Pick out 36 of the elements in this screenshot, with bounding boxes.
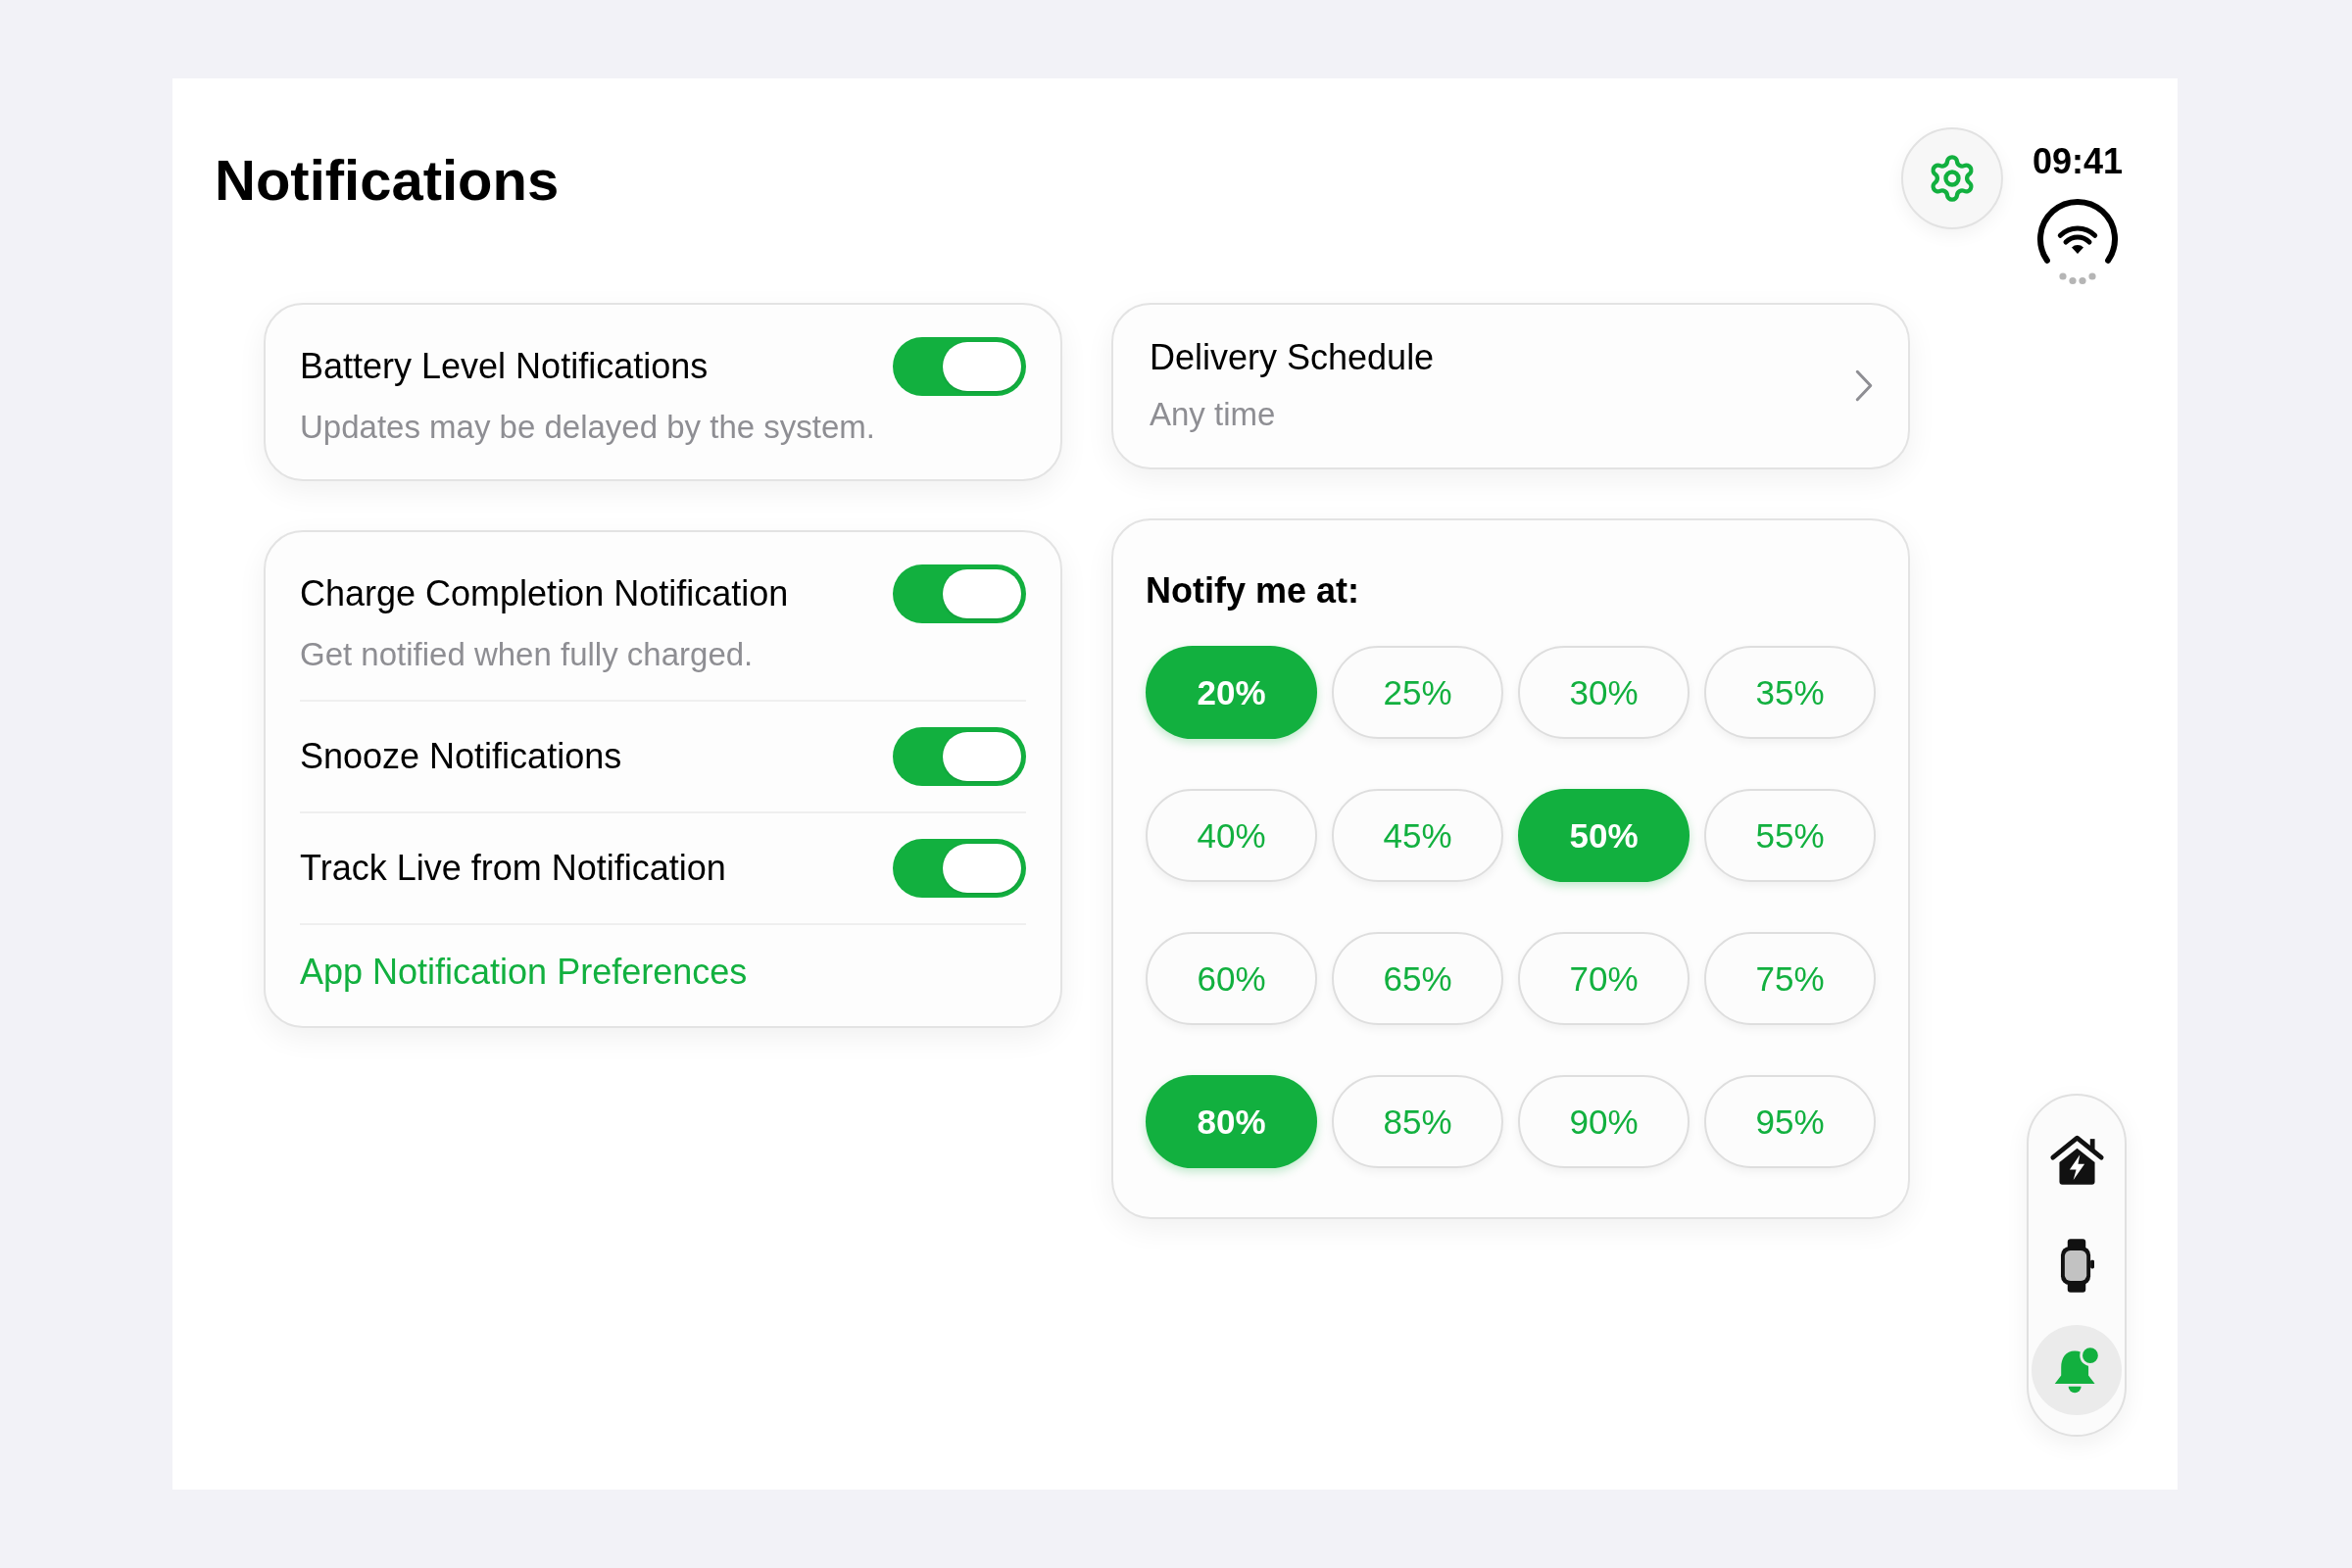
notify-title: Notify me at: xyxy=(1146,569,1361,612)
percent-chip[interactable]: 75% xyxy=(1704,932,1876,1025)
toggle-switch[interactable] xyxy=(893,337,1026,396)
percent-chip[interactable]: 65% xyxy=(1332,932,1503,1025)
percent-chip[interactable]: 55% xyxy=(1704,789,1876,882)
percent-chip[interactable]: 70% xyxy=(1518,932,1690,1025)
setting-description: Updates may be delayed by the system. xyxy=(300,408,876,447)
preferences-link[interactable]: App Notification Preferences xyxy=(300,952,748,992)
setting-label: Battery Level Notifications xyxy=(300,345,709,388)
percent-chip[interactable]: 60% xyxy=(1146,932,1317,1025)
percent-chip[interactable]: 40% xyxy=(1146,789,1317,882)
delivery-schedule-card[interactable]: Delivery Schedule Any time xyxy=(1111,303,1910,469)
chevron-right-icon xyxy=(1855,368,1873,402)
percent-chip[interactable]: 45% xyxy=(1332,789,1503,882)
toggle-switch[interactable] xyxy=(893,564,1026,623)
percent-chip[interactable]: 20% xyxy=(1146,646,1317,739)
schedule-title: Delivery Schedule xyxy=(1150,336,1435,379)
percent-chip[interactable]: 95% xyxy=(1704,1075,1876,1168)
percent-chip[interactable]: 25% xyxy=(1332,646,1503,739)
toggle-switch[interactable] xyxy=(893,727,1026,786)
toggle-switch[interactable] xyxy=(893,839,1026,898)
page-title: Notifications xyxy=(215,147,560,214)
percent-chip[interactable]: 90% xyxy=(1518,1075,1690,1168)
setting-description: Get notified when fully charged. xyxy=(300,635,755,674)
house-bolt-icon xyxy=(2048,1134,2105,1187)
percent-chip[interactable]: 30% xyxy=(1518,646,1690,739)
setting-label: Charge Completion Notification xyxy=(300,572,789,615)
percent-chip[interactable]: 50% xyxy=(1518,789,1690,882)
setting-label: Snooze Notifications xyxy=(300,735,622,778)
setting-label: Track Live from Notification xyxy=(300,847,726,890)
percent-chip[interactable]: 35% xyxy=(1704,646,1876,739)
clock-time: 09:41 xyxy=(2032,140,2123,183)
percent-chip[interactable]: 80% xyxy=(1146,1075,1317,1168)
schedule-value: Any time xyxy=(1150,395,1277,434)
percent-chip[interactable]: 85% xyxy=(1332,1075,1503,1168)
smartwatch-icon xyxy=(2059,1238,2094,1293)
